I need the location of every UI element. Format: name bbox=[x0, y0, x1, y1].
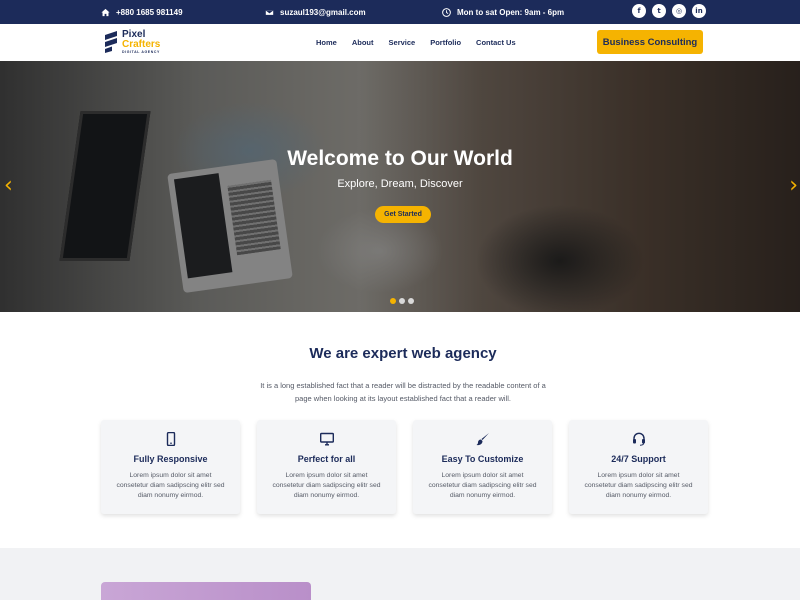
card-title: Perfect for all bbox=[297, 454, 356, 464]
top-info-bar: +880 1685 981149 suzaul193@gmail.com Mon… bbox=[0, 0, 800, 24]
get-started-button[interactable]: Get Started bbox=[375, 206, 431, 223]
logo-tagline: DIGITAL AGENCY bbox=[122, 50, 160, 54]
slider-prev-arrow-icon[interactable]: ‹ bbox=[4, 173, 13, 198]
card-title: Easy To Customize bbox=[441, 454, 524, 464]
nav-item-service[interactable]: Service bbox=[389, 38, 416, 47]
service-card-perfect-for-all[interactable]: Perfect for all Lorem ipsum dolor sit am… bbox=[257, 420, 396, 514]
card-text: Lorem ipsum dolor sit amet consetetur di… bbox=[584, 472, 693, 499]
nav-item-about[interactable]: About bbox=[352, 38, 374, 47]
phone-number: +880 1685 981149 bbox=[116, 7, 183, 17]
card-title: 24/7 Support bbox=[611, 454, 666, 464]
service-card-easy-to-customize[interactable]: Easy To Customize Lorem ipsum dolor sit … bbox=[413, 420, 552, 514]
hours-info: Mon to sat Open: 9am - 6pm bbox=[442, 0, 564, 24]
card-text: Lorem ipsum dolor sit amet consetetur di… bbox=[272, 472, 381, 499]
hero-subtitle: Explore, Dream, Discover bbox=[337, 178, 463, 190]
main-navbar: Pixel Crafters DIGITAL AGENCY Home About… bbox=[0, 24, 800, 61]
service-cards: Fully Responsive Lorem ipsum dolor sit a… bbox=[101, 420, 708, 514]
logo-mark-icon bbox=[105, 31, 117, 54]
brush-icon bbox=[476, 433, 489, 446]
mobile-icon bbox=[166, 432, 176, 446]
linkedin-icon[interactable]: in bbox=[692, 4, 706, 18]
card-text: Lorem ipsum dolor sit amet consetetur di… bbox=[428, 472, 537, 499]
service-card-fully-responsive[interactable]: Fully Responsive Lorem ipsum dolor sit a… bbox=[101, 420, 240, 514]
nav-item-home[interactable]: Home bbox=[316, 38, 337, 47]
hero-slider: Welcome to Our World Explore, Dream, Dis… bbox=[0, 61, 800, 312]
site-logo[interactable]: Pixel Crafters DIGITAL AGENCY bbox=[104, 30, 160, 55]
business-consulting-button[interactable]: Business Consulting bbox=[597, 30, 703, 54]
section-image bbox=[101, 582, 311, 600]
phone-info[interactable]: +880 1685 981149 bbox=[101, 0, 183, 24]
opening-hours: Mon to sat Open: 9am - 6pm bbox=[457, 7, 565, 17]
nav-menu: Home About Service Portfolio Contact Us bbox=[316, 24, 531, 61]
services-section-title: We are expert web agency bbox=[309, 345, 497, 362]
headset-icon bbox=[633, 432, 645, 446]
slider-dot-2[interactable] bbox=[399, 298, 405, 304]
card-title: Fully Responsive bbox=[133, 454, 208, 464]
envelope-icon bbox=[265, 8, 274, 16]
slider-dot-3[interactable] bbox=[408, 298, 414, 304]
instagram-icon[interactable]: ◎ bbox=[672, 4, 686, 18]
slider-next-arrow-icon[interactable]: › bbox=[789, 173, 798, 198]
email-info[interactable]: suzaul193@gmail.com bbox=[265, 0, 366, 24]
email-address: suzaul193@gmail.com bbox=[280, 7, 366, 17]
monitor-icon bbox=[320, 432, 334, 446]
nav-item-portfolio[interactable]: Portfolio bbox=[430, 38, 461, 47]
service-card-24-7-support[interactable]: 24/7 Support Lorem ipsum dolor sit amet … bbox=[569, 420, 708, 514]
slider-dot-1[interactable] bbox=[390, 298, 396, 304]
hero-title: Welcome to Our World bbox=[287, 147, 513, 170]
logo-text-crafters: Crafters bbox=[122, 39, 161, 50]
social-links: f t ◎ in bbox=[632, 4, 706, 18]
clock-icon bbox=[442, 7, 451, 17]
services-section-description: It is a long established fact that a rea… bbox=[260, 381, 546, 403]
card-text: Lorem ipsum dolor sit amet consetetur di… bbox=[116, 472, 225, 499]
nav-item-contact-us[interactable]: Contact Us bbox=[476, 38, 516, 47]
slider-dots bbox=[390, 298, 414, 304]
twitter-icon[interactable]: t bbox=[652, 4, 666, 18]
home-icon bbox=[101, 8, 110, 16]
facebook-icon[interactable]: f bbox=[632, 4, 646, 18]
next-section bbox=[0, 548, 800, 600]
